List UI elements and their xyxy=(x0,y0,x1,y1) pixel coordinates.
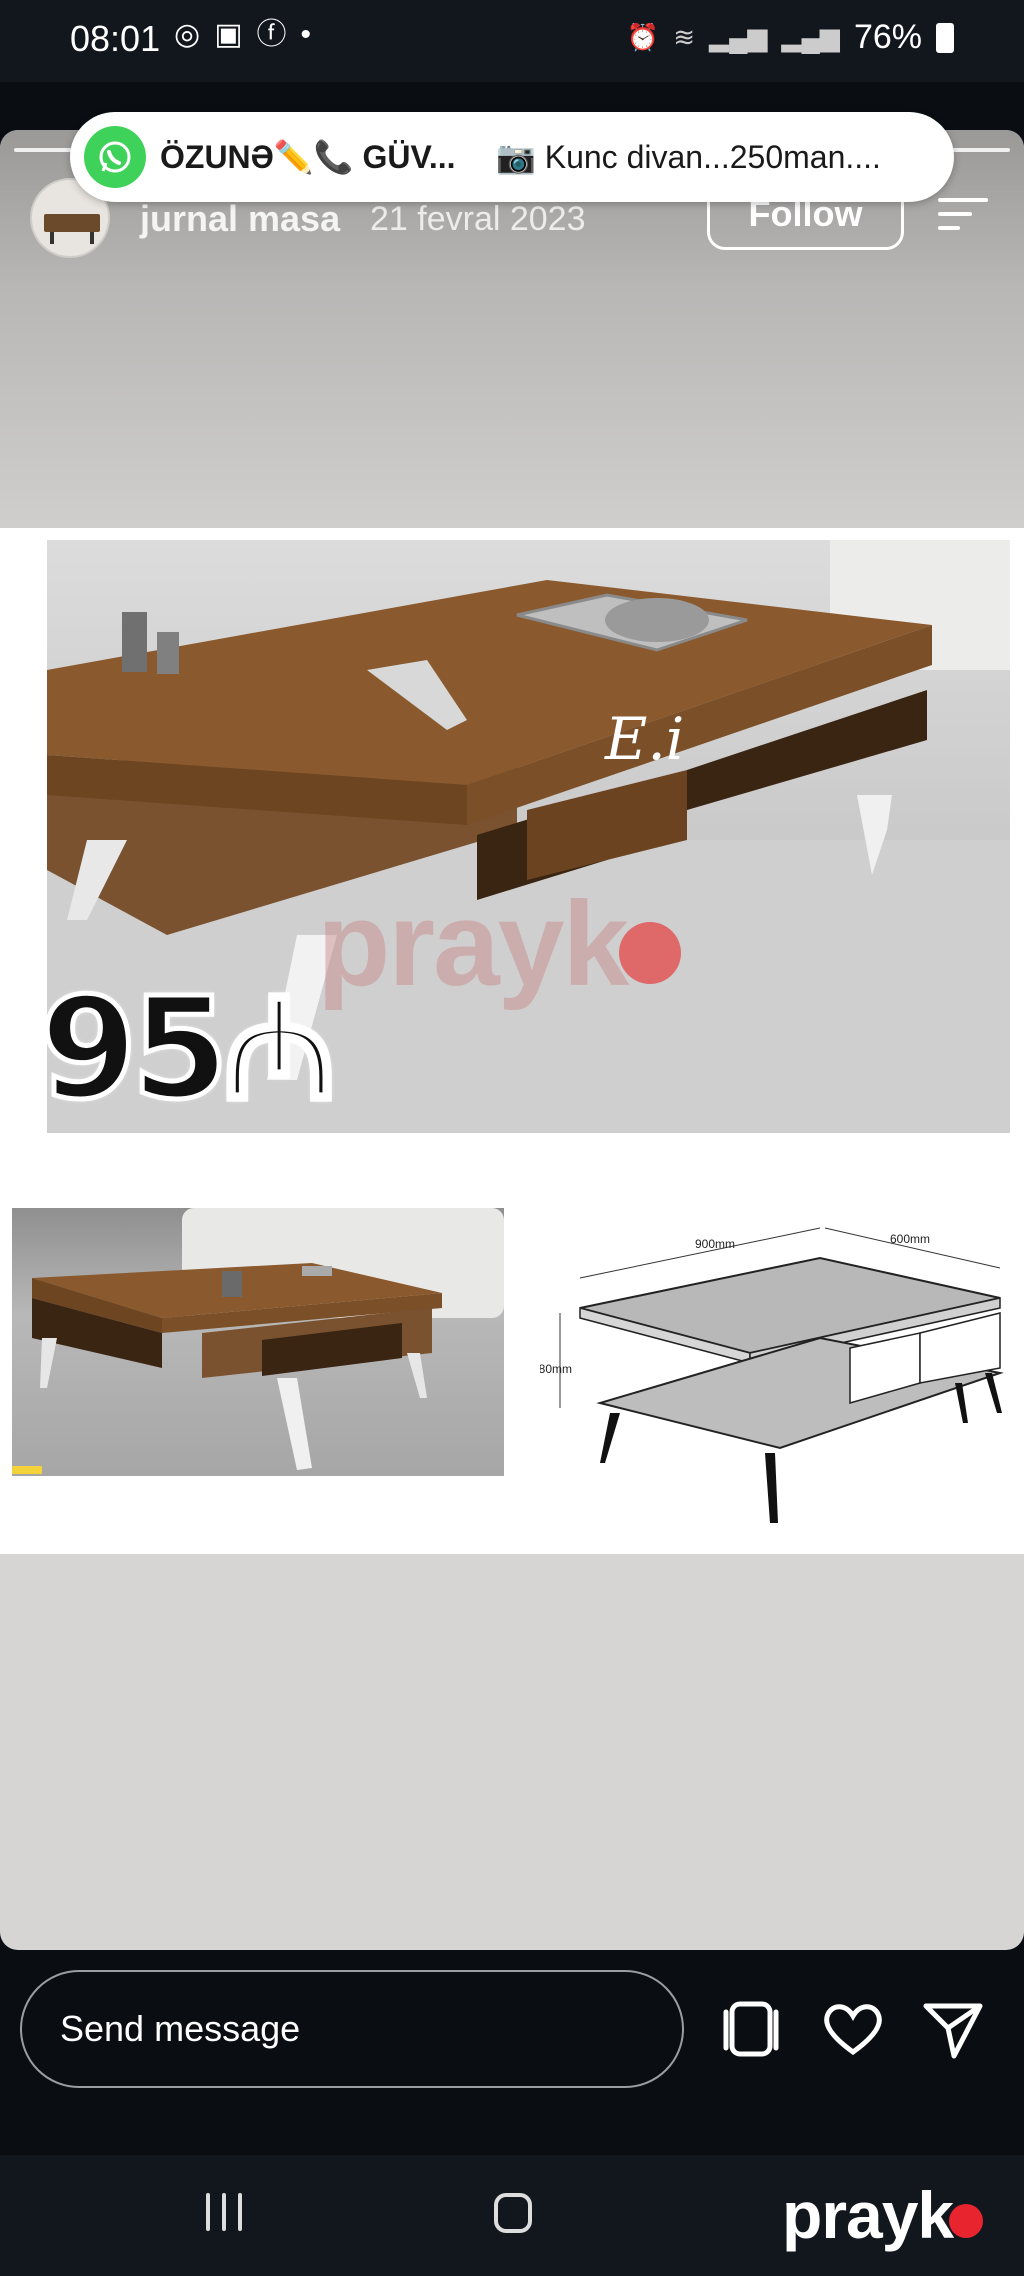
post-date: 21 fevral 2023 xyxy=(370,200,586,238)
navigation-bar: prayk xyxy=(0,2155,1024,2276)
yellow-strip xyxy=(12,1466,42,1474)
notification-title: ÖZUNƏ✏️📞 GÜV... xyxy=(160,139,456,175)
recent-line xyxy=(222,2193,226,2231)
account-name[interactable]: jurnal masa xyxy=(140,198,340,240)
status-icons-left: ◎ ▣ ⓕ • xyxy=(174,20,311,50)
recent-line xyxy=(238,2193,242,2231)
notification-banner[interactable]: ÖZUNƏ✏️📞 GÜV... 📷 Kunc divan...250man...… xyxy=(70,112,954,202)
initials-text: E.i xyxy=(605,705,685,773)
watermark-text: prayk xyxy=(317,877,629,1011)
status-time: 08:01 xyxy=(70,18,161,59)
dot-icon: • xyxy=(300,18,312,51)
message-bar: Send message xyxy=(0,1950,1024,2155)
menu-line xyxy=(938,198,988,202)
gallery-icon: ▣ xyxy=(214,18,243,51)
width-dimension: 900mm xyxy=(695,1237,735,1251)
watermark: prayk xyxy=(317,875,682,1013)
watermark-dot xyxy=(619,922,682,985)
whatsapp-icon xyxy=(84,126,146,188)
whatsapp-icon: ◎ xyxy=(174,18,201,51)
depth-dimension: 600mm xyxy=(890,1232,930,1246)
menu-line xyxy=(938,212,972,216)
status-bar: 08:01 ◎ ▣ ⓕ • ⏰ ≋ ▂▄▆ ▂▄▆ 76% xyxy=(0,0,1024,82)
price-label: 95₼ xyxy=(37,966,338,1134)
brand-text: prayk xyxy=(782,2178,954,2252)
sticker-icon[interactable] xyxy=(718,1994,788,2064)
brand-logo: prayk xyxy=(782,2177,984,2253)
home-button[interactable] xyxy=(494,2193,532,2233)
recent-apps-button[interactable] xyxy=(206,2193,248,2233)
heart-icon[interactable] xyxy=(818,1994,888,2064)
status-icons-right: ⏰ ≋ ▂▄▆ ▂▄▆ 76% xyxy=(627,18,954,57)
avatar-table-leg xyxy=(50,232,54,244)
battery-icon xyxy=(936,22,954,53)
battery-percent: 76% xyxy=(853,18,922,56)
story-image-board: prayk E.i 95₼ 900mm 600mm 80mm xyxy=(0,528,1024,1554)
send-icon[interactable] xyxy=(918,1994,988,2064)
alarm-icon: ⏰ xyxy=(626,22,660,52)
notification-text: 📷 Kunc divan...250man.... xyxy=(496,139,881,175)
avatar-table-leg xyxy=(90,232,94,244)
menu-line xyxy=(938,226,960,230)
avatar-table-image xyxy=(44,214,100,232)
signal-icon: ▂▄▆ xyxy=(709,22,768,52)
story-viewer[interactable]: jurnal masa 21 fevral 2023 Follow prayk … xyxy=(0,130,1024,1950)
signal-icon: ▂▄▆ xyxy=(781,22,840,52)
height-dimension: 380mm xyxy=(540,1362,572,1376)
facebook-icon: ⓕ xyxy=(256,18,287,51)
dimension-diagram: 900mm 600mm 380mm xyxy=(540,1227,1004,1523)
secondary-product-photo xyxy=(12,1208,504,1476)
recent-line xyxy=(206,2193,210,2231)
wifi-icon: ≋ xyxy=(673,22,696,52)
brand-dot xyxy=(949,2203,984,2238)
send-message-input[interactable]: Send message xyxy=(20,1970,684,2088)
coffee-table-side-illustration xyxy=(32,1263,442,1470)
menu-icon[interactable] xyxy=(938,198,988,238)
